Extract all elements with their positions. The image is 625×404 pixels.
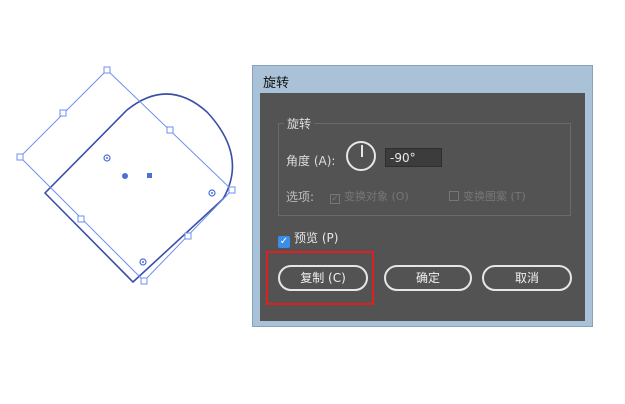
anchor-point-1-dot xyxy=(106,157,108,159)
handle-bottom-right[interactable] xyxy=(184,232,192,240)
transform-objects-checkbox[interactable]: ✓ 变换对象 (O) xyxy=(330,188,409,204)
rotated-shape xyxy=(43,93,234,284)
handle-bottom[interactable] xyxy=(140,277,148,285)
handle-top-left[interactable] xyxy=(59,109,67,117)
handle-right[interactable] xyxy=(228,186,236,194)
anchor-point-3-dot xyxy=(142,261,144,263)
transform-patterns-label: 变换图案 (T) xyxy=(463,190,526,203)
angle-dial-needle xyxy=(361,145,363,157)
rotation-origin-point[interactable] xyxy=(122,173,128,179)
rotate-group-box xyxy=(278,123,571,216)
angle-label: 角度 (A): xyxy=(286,154,336,168)
transform-objects-label: 变换对象 (O) xyxy=(344,190,409,203)
dialog-title: 旋转 xyxy=(263,76,290,91)
preview-checkbox[interactable]: ✓ 预览 (P) xyxy=(278,229,338,248)
handle-left[interactable] xyxy=(16,153,24,161)
checkbox-empty-icon xyxy=(449,191,459,201)
handle-bottom-left[interactable] xyxy=(77,215,85,223)
options-label: 选项: xyxy=(286,190,315,204)
group-title: 旋转 xyxy=(284,115,315,132)
copy-button-highlight xyxy=(266,251,374,305)
angle-input[interactable] xyxy=(385,148,442,167)
angle-dial-icon[interactable] xyxy=(346,141,376,171)
transform-patterns-checkbox[interactable]: 变换图案 (T) xyxy=(449,188,526,204)
check-icon: ✓ xyxy=(330,194,340,204)
shape-center-point xyxy=(147,173,152,178)
handle-top[interactable] xyxy=(103,66,111,74)
ok-button[interactable]: 确定 xyxy=(384,265,472,291)
preview-label: 预览 (P) xyxy=(294,231,339,245)
anchor-point-2-dot xyxy=(211,192,213,194)
check-icon: ✓ xyxy=(278,236,290,248)
handle-top-right[interactable] xyxy=(166,126,174,134)
cancel-button[interactable]: 取消 xyxy=(482,265,572,291)
